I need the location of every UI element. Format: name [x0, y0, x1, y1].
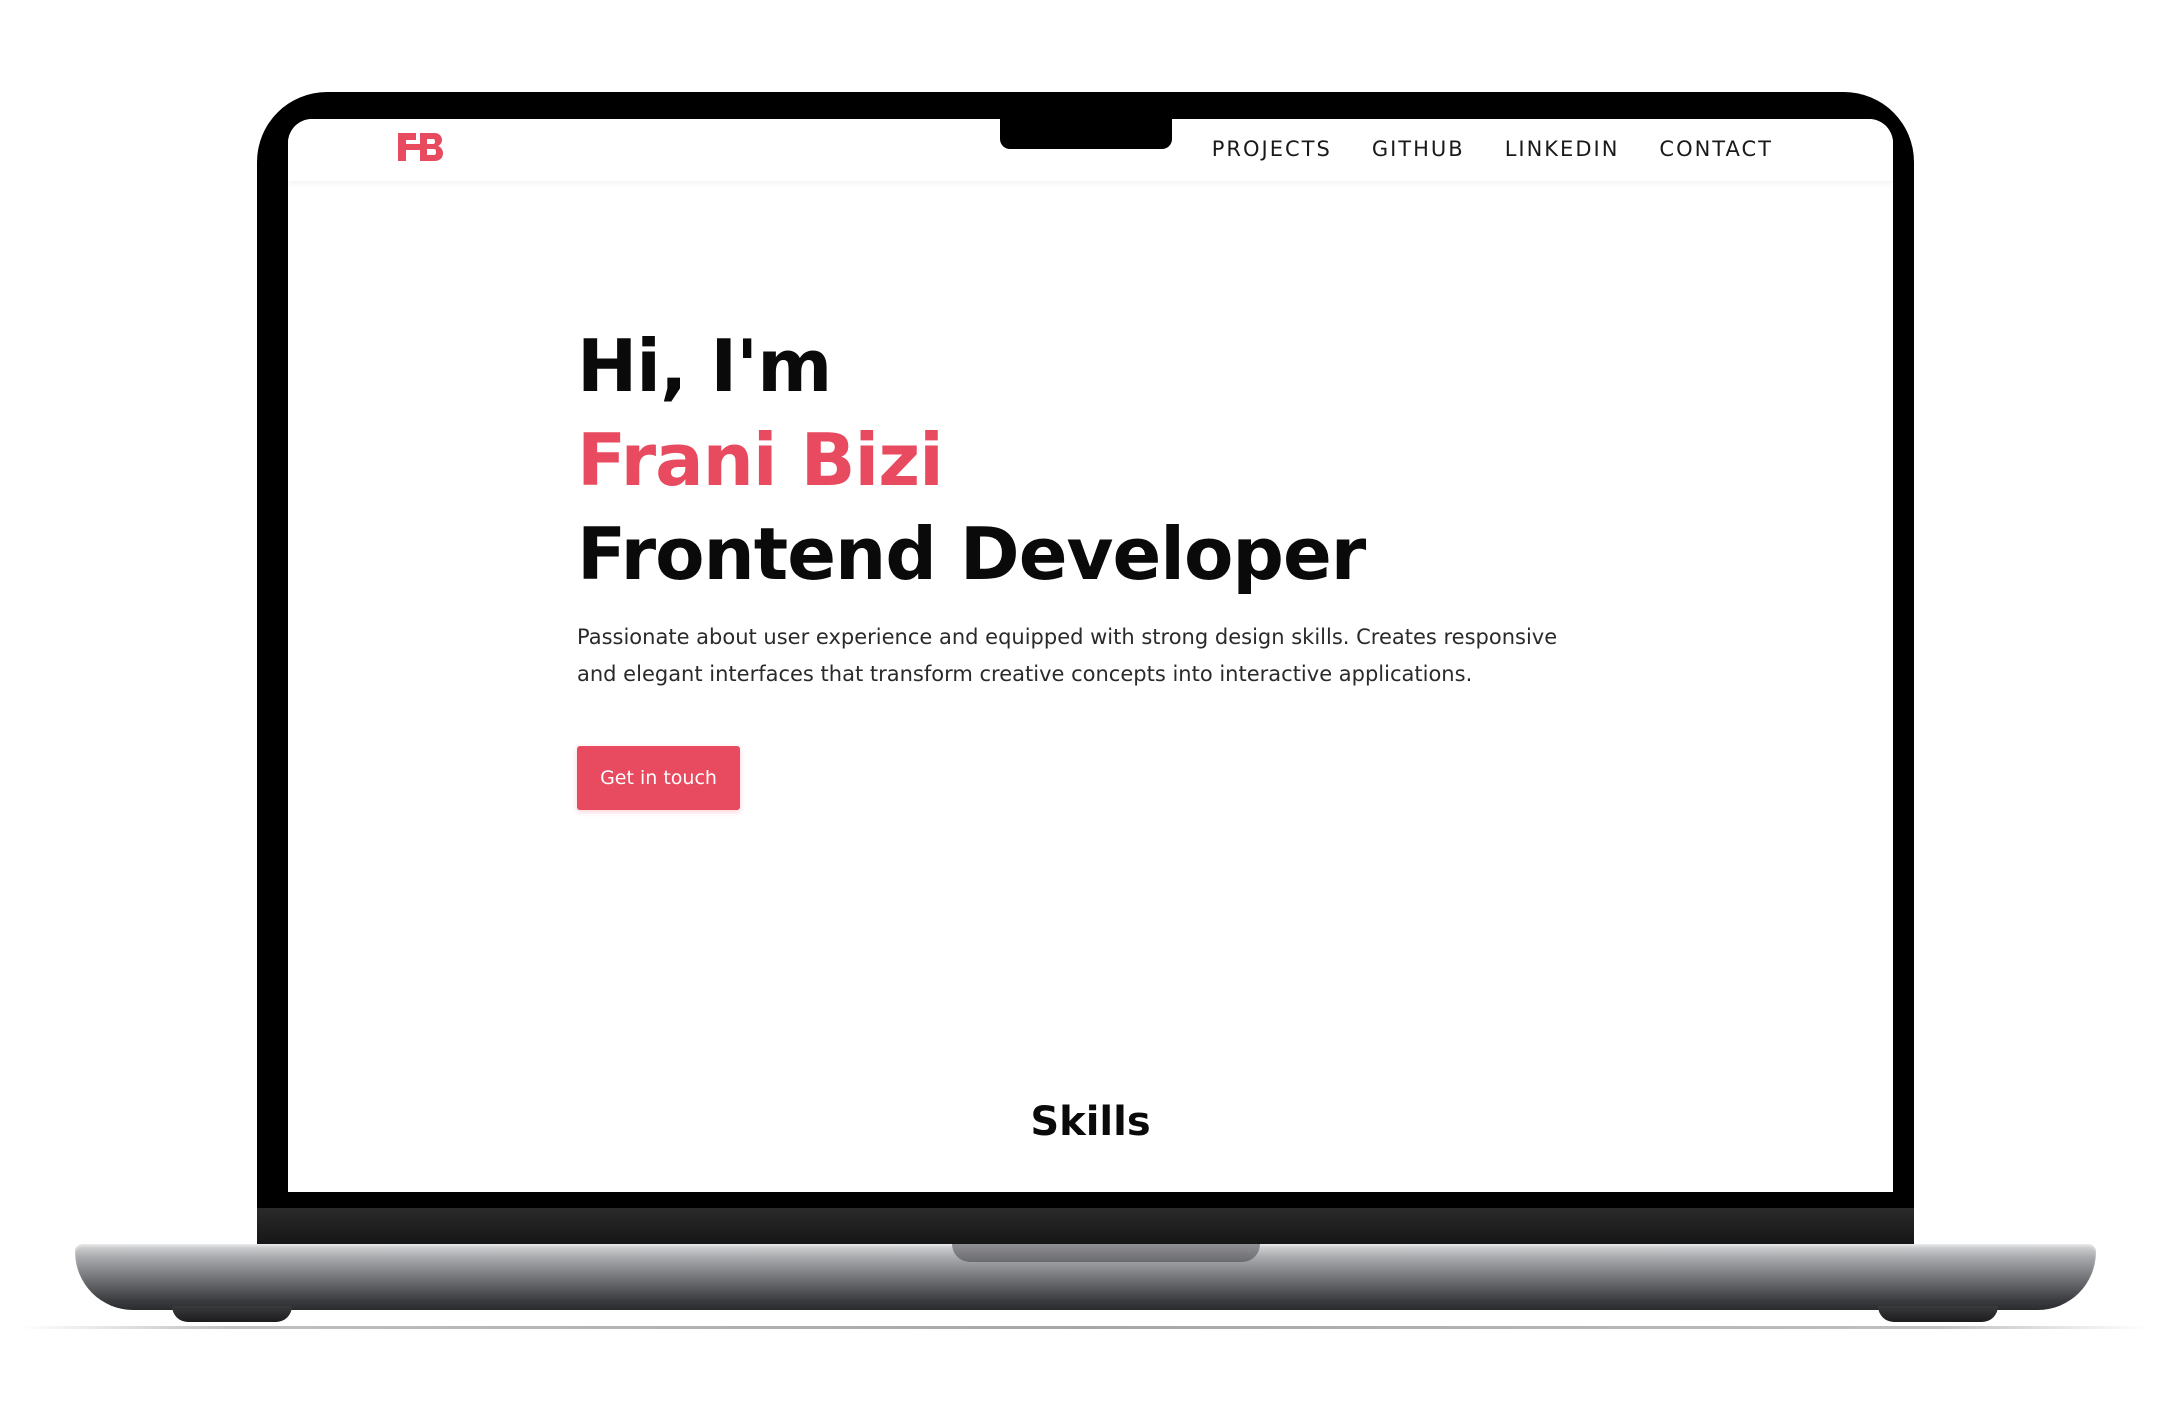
- fb-logo-icon: [398, 133, 443, 161]
- laptop-thumb-notch: [952, 1244, 1260, 1262]
- nav-link-linkedin[interactable]: LINKEDIN: [1505, 137, 1620, 161]
- camera-notch: [1000, 119, 1172, 149]
- site-logo[interactable]: [396, 131, 444, 163]
- laptop-hinge: [257, 1208, 1914, 1246]
- laptop-chin: [257, 1192, 1914, 1208]
- mockup-stage: PROJECTS GITHUB LINKEDIN CONTACT Hi, I'm…: [0, 0, 2169, 1416]
- skills-heading: Skills: [1030, 1099, 1151, 1146]
- hero-description: Passionate about user experience and equ…: [577, 625, 1558, 686]
- nav-link-contact[interactable]: CONTACT: [1659, 137, 1773, 161]
- get-in-touch-button[interactable]: Get in touch: [577, 746, 740, 810]
- laptop-screen: PROJECTS GITHUB LINKEDIN CONTACT Hi, I'm…: [288, 119, 1893, 1192]
- hero-name: Frani Bizi: [577, 418, 944, 502]
- laptop-foot-left: [172, 1306, 292, 1322]
- nav-links: PROJECTS GITHUB LINKEDIN CONTACT: [1212, 137, 1773, 161]
- nav-link-github[interactable]: GITHUB: [1372, 137, 1465, 161]
- hero-role: Frontend Developer: [577, 512, 1366, 596]
- hero-section: Hi, I'm Frani Bizi Frontend Developer Pa…: [577, 319, 1677, 810]
- hero-greeting: Hi, I'm: [577, 324, 832, 408]
- nav-link-projects[interactable]: PROJECTS: [1212, 137, 1332, 161]
- laptop-foot-right: [1878, 1306, 1998, 1322]
- laptop-shadow: [20, 1326, 2149, 1329]
